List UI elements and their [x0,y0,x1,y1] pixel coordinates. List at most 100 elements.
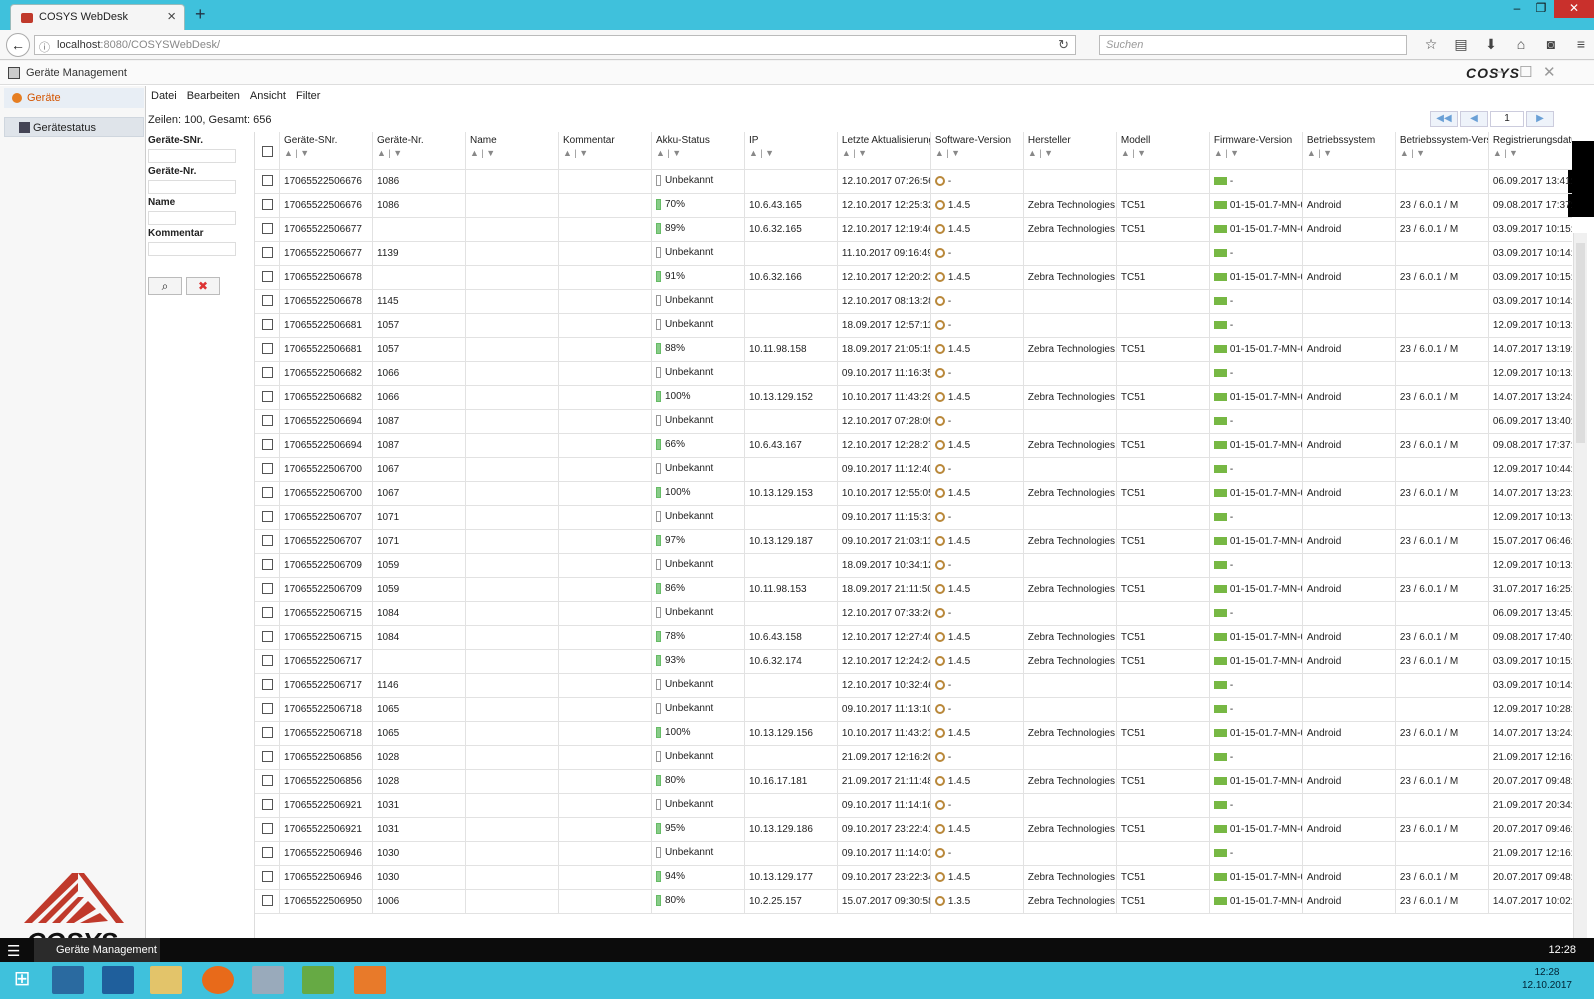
browser-tab[interactable]: COSYS WebDesk × [10,4,185,30]
server-manager-icon[interactable] [52,966,84,994]
sort-icon[interactable]: ▲ | ▼ [377,148,461,158]
start-menu-icon[interactable]: ☰ [7,942,20,960]
sort-icon[interactable]: ▲ | ▼ [935,148,1019,158]
menu-ansicht[interactable]: Ansicht [250,90,286,102]
reload-icon[interactable]: ↻ [1058,37,1069,53]
new-tab-icon[interactable]: + [195,4,206,25]
restore-icon[interactable]: ❐ [1530,0,1552,18]
row-checkbox[interactable] [255,457,281,482]
task-geraete-management[interactable]: Geräte Management [34,938,160,962]
table-row[interactable]: 17065522506707 1071 Unbekannt 09.10.2017 11… [255,505,1572,530]
table-row[interactable]: 17065522506677 1139 Unbekannt 11.10.2017 09… [255,241,1572,266]
checkbox-icon[interactable] [261,847,273,859]
row-checkbox[interactable] [255,793,281,818]
checkbox-icon[interactable] [261,751,273,763]
address-bar[interactable]: ⓘ localhost:8080/COSYSWebDesk/ ↻ [34,35,1076,55]
row-checkbox[interactable] [255,721,281,746]
column-header[interactable]: Geräte-SNr. ▲ | ▼ [279,132,373,170]
sort-icon[interactable]: ▲ | ▼ [563,148,647,158]
powershell-icon[interactable] [102,966,134,994]
checkbox-icon[interactable] [261,487,273,499]
row-checkbox[interactable] [255,481,281,506]
row-checkbox[interactable] [255,337,281,362]
row-checkbox[interactable] [255,433,281,458]
table-row[interactable]: 17065522506709 1059 Unbekannt 18.09.2017 10… [255,553,1572,578]
checkbox-icon[interactable] [261,146,273,157]
column-header[interactable]: IP ▲ | ▼ [744,132,838,170]
table-row[interactable]: 17065522506678 91% 10.6.32.166 12.10.2017 1… [255,265,1572,290]
windows-start-icon[interactable]: ⊞ [6,966,38,994]
checkbox-icon[interactable] [261,583,273,595]
sort-icon[interactable]: ▲ | ▼ [1400,148,1484,158]
row-checkbox[interactable] [255,169,281,194]
system-tray-clock[interactable]: 12:28 12.10.2017 [1522,966,1572,992]
sort-icon[interactable]: ▲ | ▼ [284,148,368,158]
row-checkbox[interactable] [255,265,281,290]
row-checkbox[interactable] [255,289,281,314]
checkbox-icon[interactable] [261,463,273,475]
app-maximize-icon[interactable]: ☐ [1519,63,1532,81]
checkbox-icon[interactable] [261,343,273,355]
menu-datei[interactable]: Datei [151,90,177,102]
table-row[interactable]: 17065522506718 1065 100% 10.13.129.156 10.10… [255,721,1572,746]
checkbox-icon[interactable] [261,895,273,907]
checkbox-icon[interactable] [261,799,273,811]
home-icon[interactable]: ⌂ [1506,36,1536,53]
table-row[interactable]: 17065522506677 89% 10.6.32.165 12.10.2017 1… [255,217,1572,242]
checkbox-icon[interactable] [261,679,273,691]
row-checkbox[interactable] [255,817,281,842]
sort-icon[interactable]: ▲ | ▼ [470,148,554,158]
table-row[interactable]: 17065522506681 1057 88% 10.11.98.158 18.09.2… [255,337,1572,362]
table-row[interactable]: 17065522506694 1087 66% 10.6.43.167 12.10.20… [255,433,1572,458]
table-row[interactable]: 17065522506856 1028 80% 10.16.17.181 21.09.2… [255,769,1572,794]
next-page-icon[interactable]: ▶ [1526,111,1554,127]
sort-icon[interactable]: ▲ | ▼ [1121,148,1205,158]
row-checkbox[interactable] [255,553,281,578]
column-header[interactable]: Kommentar ▲ | ▼ [558,132,652,170]
table-row[interactable]: 17065522506717 1146 Unbekannt 12.10.2017 10… [255,673,1572,698]
checkbox-icon[interactable] [261,439,273,451]
checkbox-icon[interactable] [261,367,273,379]
column-header[interactable]: Firmware-Version ▲ | ▼ [1209,132,1303,170]
table-row[interactable]: 17065522506700 1067 Unbekannt 09.10.2017 11… [255,457,1572,482]
sort-icon[interactable]: ▲ | ▼ [842,148,926,158]
row-checkbox[interactable] [255,193,281,218]
sort-icon[interactable]: ▲ | ▼ [1307,148,1391,158]
checkbox-icon[interactable] [261,391,273,403]
checkbox-icon[interactable] [261,871,273,883]
task-manager-icon[interactable] [302,966,334,994]
sidebar-section-geraete[interactable]: Geräte [4,88,144,108]
column-header[interactable]: Modell ▲ | ▼ [1116,132,1210,170]
table-row[interactable]: 17065522506717 93% 10.6.32.174 12.10.2017 1… [255,649,1572,674]
column-header[interactable]: Name ▲ | ▼ [465,132,559,170]
row-checkbox[interactable] [255,673,281,698]
table-row[interactable]: 17065522506946 1030 Unbekannt 09.10.2017 11… [255,841,1572,866]
column-header[interactable]: Geräte-Nr. ▲ | ▼ [372,132,466,170]
prev-page-icon[interactable]: ◀ [1460,111,1488,127]
sort-icon[interactable]: ▲ | ▼ [656,148,740,158]
table-row[interactable]: 17065522506707 1071 97% 10.13.129.187 09.10.… [255,529,1572,554]
table-row[interactable]: 17065522506921 1031 95% 10.13.129.186 09.10.… [255,817,1572,842]
checkbox-icon[interactable] [261,655,273,667]
table-row[interactable]: 17065522506921 1031 Unbekannt 09.10.2017 11… [255,793,1572,818]
filter-kommentar-input[interactable] [148,242,236,256]
sidebar-item-geraetestatus[interactable]: Gerätestatus [4,117,144,137]
row-checkbox[interactable] [255,697,281,722]
row-checkbox[interactable] [255,217,281,242]
table-row[interactable]: 17065522506946 1030 94% 10.13.129.177 09.10.… [255,865,1572,890]
sort-icon[interactable]: ▲ | ▼ [749,148,833,158]
close-window-icon[interactable]: ✕ [1554,0,1594,18]
table-row[interactable]: 17065522506682 1066 Unbekannt 09.10.2017 11… [255,361,1572,386]
row-checkbox[interactable] [255,409,281,434]
menu-filter[interactable]: Filter [296,90,320,102]
back-icon[interactable]: ← [6,33,30,57]
row-checkbox[interactable] [255,313,281,338]
checkbox-icon[interactable] [261,727,273,739]
table-row[interactable]: 17065522506950 1006 80% 10.2.25.157 15.07.20… [255,889,1572,914]
select-all-checkbox[interactable] [255,132,281,170]
info-icon[interactable]: ⓘ [39,39,50,55]
table-row[interactable]: 17065522506856 1028 Unbekannt 21.09.2017 12… [255,745,1572,770]
row-checkbox[interactable] [255,625,281,650]
checkbox-icon[interactable] [261,511,273,523]
checkbox-icon[interactable] [261,607,273,619]
